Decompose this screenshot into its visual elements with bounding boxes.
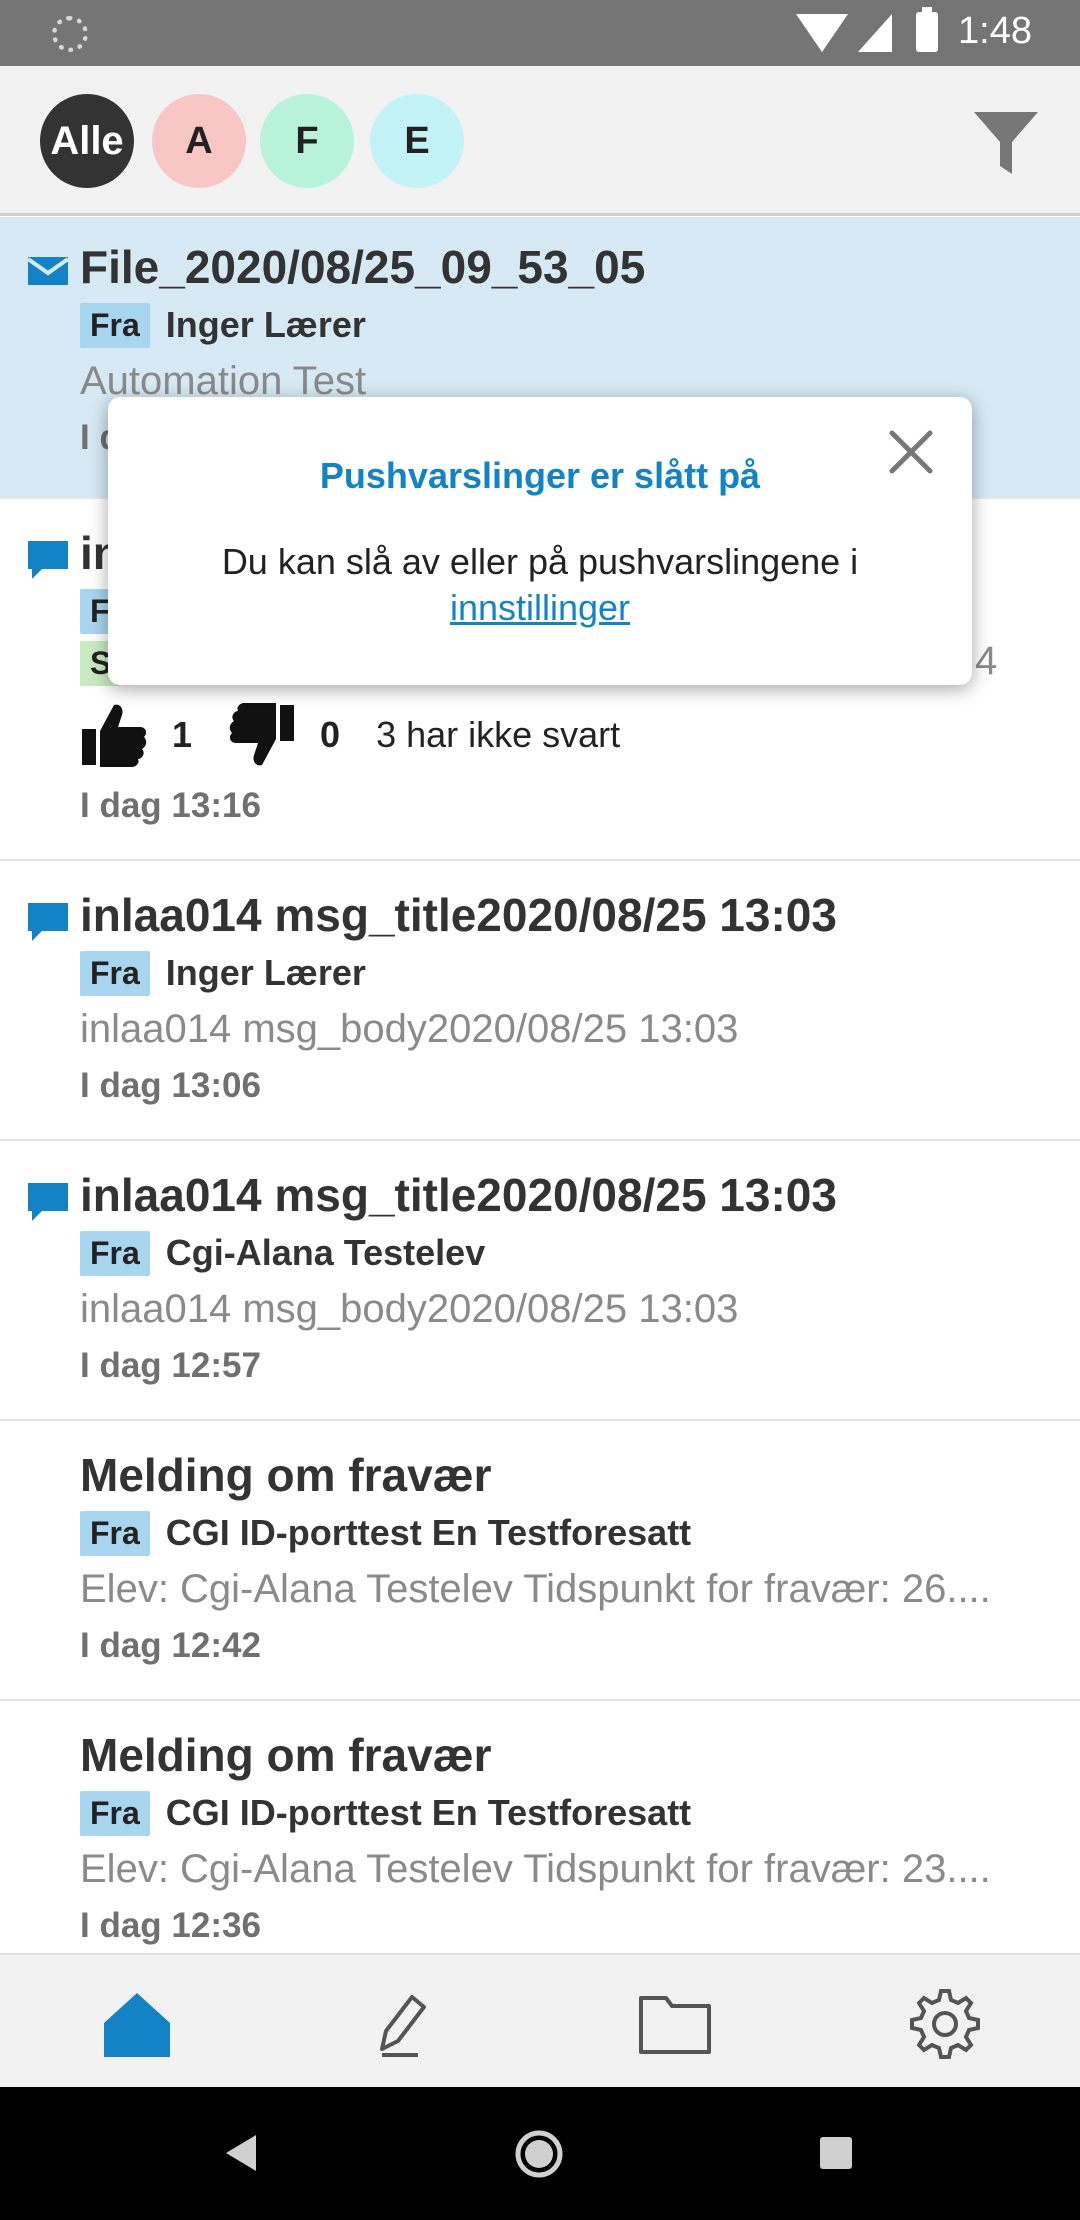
chat-icon <box>28 541 68 579</box>
settings-link[interactable]: innstillinger <box>450 587 630 628</box>
signal-icon <box>858 14 892 52</box>
status-time: 1:48 <box>958 10 1032 52</box>
sender-row: Fra Cgi-Alana Testelev <box>80 1229 1080 1277</box>
message-item[interactable]: Melding om fravær Fra CGI ID-porttest En… <box>0 1701 1080 1953</box>
vote-status: 3 har ikke svart <box>376 714 621 755</box>
message-title: File_2020/08/25_09_53_05 <box>80 241 646 293</box>
message-body: inlaa014 msg_body2020/08/25 13:03 <box>80 1287 739 1331</box>
filter-bar: Alle A F E <box>0 66 1080 216</box>
message-body: Elev: Cgi-Alana Testelev Tidspunkt for f… <box>80 1847 991 1891</box>
sender-row: Fra CGI ID-porttest En Testforesatt <box>80 1789 1080 1837</box>
message-date: I dag 13:16 <box>80 786 261 825</box>
filter-chip-a[interactable]: A <box>152 94 246 188</box>
nav-folder[interactable] <box>630 1979 720 2069</box>
filter-icon[interactable] <box>972 108 1040 178</box>
chat-icon <box>28 1183 68 1221</box>
dialog-message: Du kan slå av eller på pushvarslingene i <box>221 541 859 582</box>
from-tag: Fra <box>80 1510 150 1556</box>
message-date: I dag 12:57 <box>80 1346 261 1385</box>
message-title: inlaa014 msg_title2020/08/25 13:03 <box>80 889 837 941</box>
sender-name: Cgi-Alana Testelev <box>165 1232 486 1273</box>
nav-compose[interactable] <box>358 1979 448 2069</box>
nav-settings[interactable] <box>900 1979 990 2069</box>
chat-icon <box>28 903 68 941</box>
back-icon[interactable] <box>222 2133 258 2173</box>
from-tag: Fra <box>80 302 150 348</box>
message-item[interactable]: inlaa014 msg_title2020/08/25 13:03 Fra C… <box>0 1141 1080 1421</box>
message-body: inlaa014 msg_body2020/08/25 13:03 <box>80 1007 739 1051</box>
sender-row: Fra CGI ID-porttest En Testforesatt <box>80 1509 1080 1557</box>
dialog-title: Pushvarslinger er slått på <box>319 455 761 496</box>
dialog-text: Du kan slå av eller på pushvarslingene i… <box>108 539 972 631</box>
sender-name: CGI ID-porttest En Testforesatt <box>165 1792 692 1833</box>
thumbs-down-icon[interactable] <box>228 701 296 769</box>
sender-name: Inger Lærer <box>165 952 366 993</box>
sender-row: Fra Inger Lærer <box>80 949 1080 997</box>
sender-name: Inger Lærer <box>165 304 366 345</box>
dislikes-count: 0 <box>320 714 341 755</box>
message-title: Melding om fravær <box>80 1449 492 1501</box>
home-icon <box>104 1993 170 2057</box>
message-date: I dag 12:42 <box>80 1626 261 1665</box>
likes-count: 1 <box>172 714 193 755</box>
home-button-icon[interactable] <box>514 2129 564 2179</box>
message-title: inlaa014 msg_title2020/08/25 13:03 <box>80 1169 837 1221</box>
thumbs-up-icon[interactable] <box>80 701 148 769</box>
battery-icon <box>916 7 938 52</box>
filter-chip-alle[interactable]: Alle <box>40 94 134 188</box>
filter-chip-f[interactable]: F <box>260 94 354 188</box>
message-item[interactable]: Melding om fravær Fra CGI ID-porttest En… <box>0 1421 1080 1701</box>
sender-row: Fra Inger Lærer <box>80 301 1080 349</box>
from-tag: Fra <box>80 1230 150 1276</box>
loading-icon <box>52 16 88 52</box>
filter-chip-e[interactable]: E <box>370 94 464 188</box>
from-tag: Fra <box>80 950 150 996</box>
push-notification-dialog: Pushvarslinger er slått på Du kan slå av… <box>108 397 972 685</box>
system-nav-bar <box>0 2087 1080 2220</box>
folder-icon <box>639 1996 711 2054</box>
envelope-icon <box>28 257 68 285</box>
vote-row: 1 0 3 har ikke svart <box>80 693 1080 777</box>
message-body: Elev: Cgi-Alana Testelev Tidspunkt for f… <box>80 1567 991 1611</box>
sender-name: CGI ID-porttest En Testforesatt <box>165 1512 692 1553</box>
compose-icon <box>380 1995 426 2057</box>
recents-icon[interactable] <box>818 2135 854 2171</box>
message-title: Melding om fravær <box>80 1729 492 1781</box>
message-date: I dag 12:36 <box>80 1906 261 1945</box>
bottom-nav <box>0 1953 1080 2087</box>
from-tag: Fra <box>80 1790 150 1836</box>
status-bar: 1:48 <box>0 0 1080 66</box>
settings-icon <box>910 1989 980 2059</box>
row-tail: 4 <box>975 639 998 683</box>
message-item[interactable]: inlaa014 msg_title2020/08/25 13:03 Fra I… <box>0 861 1080 1141</box>
message-date: I dag 13:06 <box>80 1066 261 1105</box>
nav-home[interactable] <box>92 1979 182 2069</box>
wifi-icon <box>796 14 848 52</box>
